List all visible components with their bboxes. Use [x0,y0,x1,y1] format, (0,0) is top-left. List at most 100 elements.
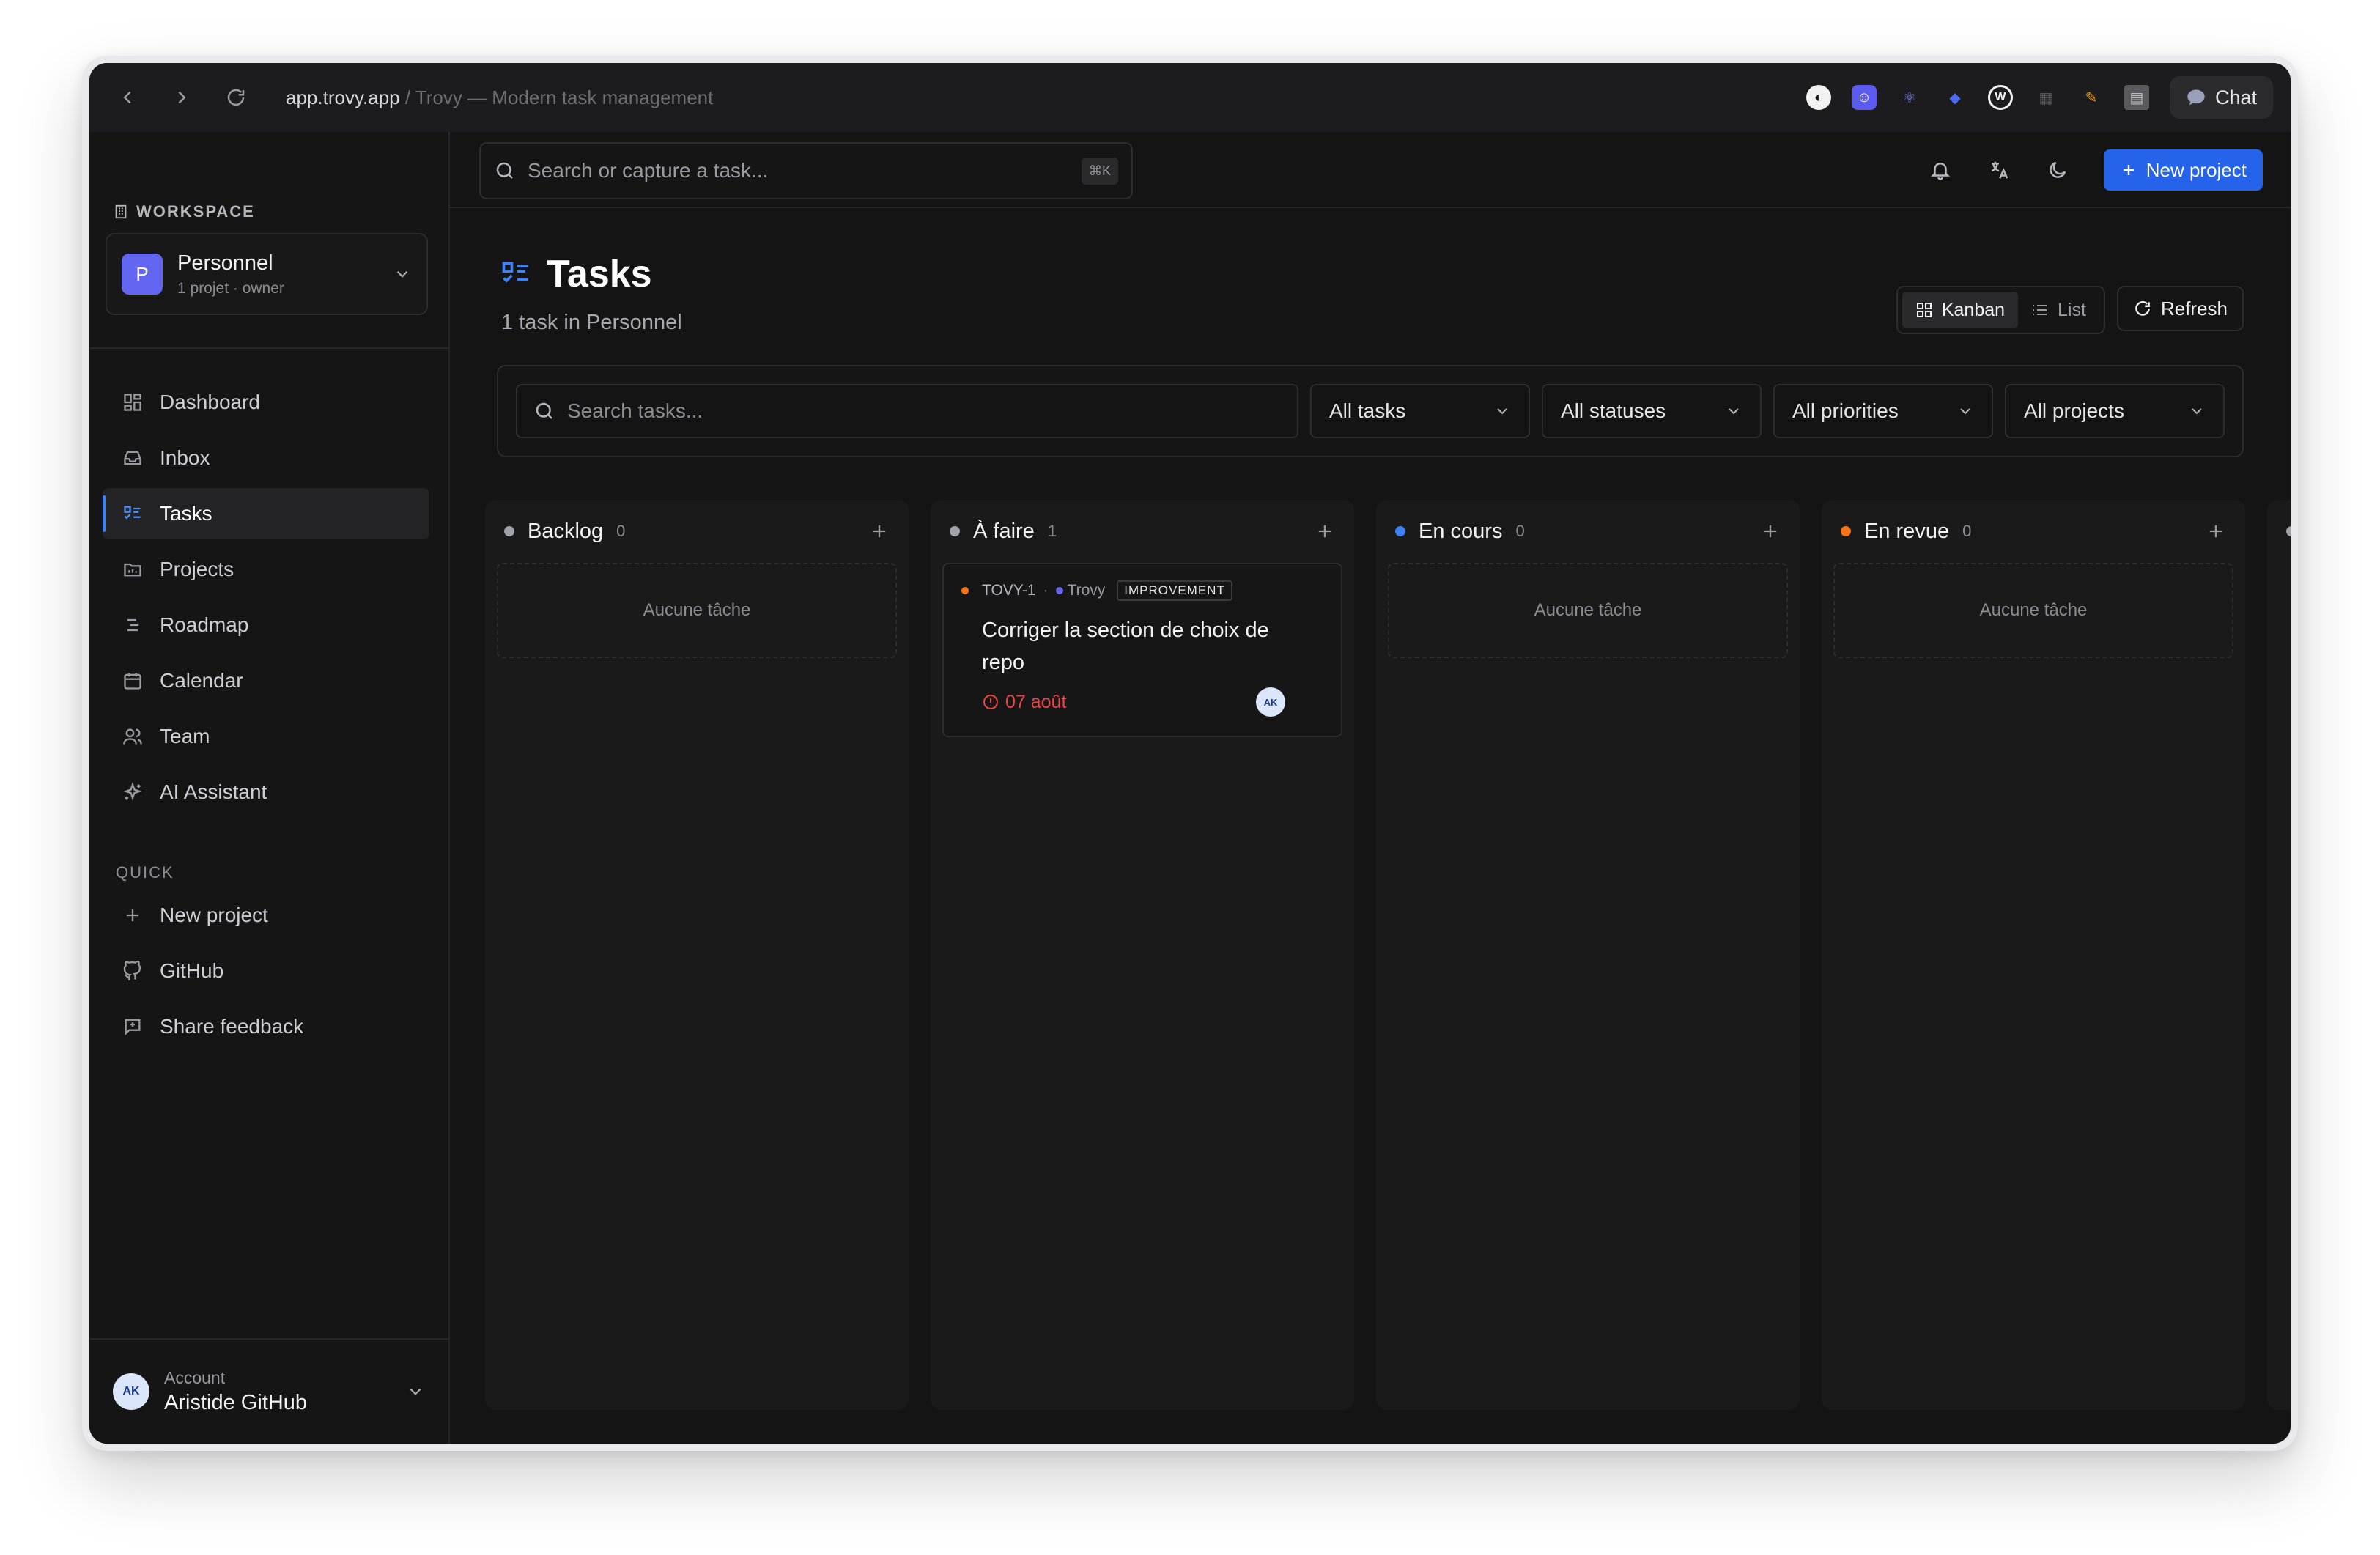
empty-column-placeholder: Aucune tâche [1388,563,1788,658]
pen-icon[interactable]: ✎ [2079,85,2104,110]
filter-status-select[interactable]: All statuses [1542,384,1762,438]
global-search[interactable]: ⌘K [479,142,1133,199]
column-title: À faire [973,519,1035,543]
new-project-button[interactable]: New project [2103,149,2263,191]
add-task-button[interactable] [1760,521,1781,542]
column-header: En revue 0 [1822,500,2245,563]
language-button[interactable] [1987,158,2011,182]
notifications-button[interactable] [1928,158,1953,182]
chat-label: Chat [2214,86,2257,108]
url-host: app.trovy.app [286,86,400,108]
status-dot [2286,526,2291,536]
task-type-badge: IMPROVEMENT [1117,580,1232,601]
sidebar-item-dashboard[interactable]: Dashboard [103,377,429,428]
filter-project-select[interactable]: All projects [2005,384,2225,438]
extension-icon[interactable]: ☺ [1851,85,1877,110]
back-button[interactable] [107,77,148,118]
github-icon [122,960,144,982]
chevron-down-icon [410,1388,421,1395]
extension-icon[interactable]: ▦ [2033,85,2058,110]
global-search-input[interactable] [528,159,1082,182]
column-in-progress: En cours 0 Aucune tâche [1376,500,1800,1410]
quick-share-feedback[interactable]: Share feedback [103,1001,429,1052]
shortcut-hint: ⌘K [1081,157,1118,185]
reload-button[interactable] [215,77,256,118]
task-search[interactable] [516,384,1298,438]
filter-bar: All tasks All statuses All priorities Al… [497,365,2244,457]
tasks-icon [502,262,528,283]
sidebar-item-tasks[interactable]: Tasks [103,488,429,539]
task-footer: 07 août AK [982,687,1285,717]
page-header: Tasks 1 task in Personnel [500,252,682,335]
column-title: En revue [1864,519,1950,543]
meta-separator: · [1043,582,1049,599]
task-card[interactable]: TOVY-1 · Trovy IMPROVEMENT Corriger la s… [942,563,1342,737]
add-task-button[interactable] [1315,521,1335,542]
react-icon[interactable]: ⚛ [1897,85,1922,110]
main-content: ⌘K New project [450,132,2291,1444]
workspace-switcher[interactable]: P Personnel 1 projet · owner [106,233,428,315]
task-id: TOVY-1 [982,582,1036,599]
chevron-right-icon [178,91,186,104]
filter-tasks-select[interactable]: All tasks [1310,384,1530,438]
list-icon [2033,305,2047,315]
sidebar-item-projects[interactable]: Projects [103,544,429,595]
add-task-button[interactable] [869,521,890,542]
sidebar-item-inbox[interactable]: Inbox [103,432,429,484]
workspace-avatar: P [122,254,163,295]
extension-icon[interactable]: ▤ [2124,85,2149,110]
chat-button[interactable]: Chat [2169,76,2273,119]
column-header: En cours 0 [1376,500,1800,563]
sidebar-item-team[interactable]: Team [103,711,429,762]
account-switcher[interactable]: AK Account Aristide GitHub [89,1338,448,1444]
task-title: Corriger la section de choix de repo [982,618,1269,674]
calendar-icon [122,670,144,692]
chevron-down-icon [1497,408,1507,415]
empty-column-placeholder: Aucune tâche [1833,563,2233,658]
column-count: 0 [1962,522,1972,540]
extension-icon[interactable]: W [1987,85,2013,110]
empty-column-placeholder: Aucune tâche [497,563,897,658]
sidebar: WORKSPACE P Personnel 1 projet · owner D… [89,132,450,1444]
task-search-input[interactable] [567,399,1281,423]
account-name: Aristide GitHub [164,1391,308,1414]
sidebar-item-roadmap[interactable]: Roadmap [103,599,429,651]
refresh-button[interactable]: Refresh [2116,286,2244,331]
sidebar-item-calendar[interactable]: Calendar [103,655,429,706]
extension-icon[interactable]: ◆ [1943,85,1967,110]
chevron-down-icon [1960,408,1970,415]
add-task-button[interactable] [2206,521,2226,542]
search-icon [496,162,513,179]
view-list-button[interactable]: List [2018,292,2099,328]
quick-new-project[interactable]: New project [103,890,429,941]
assignee-avatar[interactable]: AK [1256,687,1285,717]
team-icon [122,725,144,747]
project-color-dot [1055,587,1063,594]
plus-icon [122,904,144,926]
top-bar: ⌘K New project [450,132,2291,208]
column-partial [2267,500,2291,1410]
account-info: Account Aristide GitHub [164,1368,307,1415]
chat-bubble-icon [2187,89,2205,106]
forward-button[interactable] [161,77,202,118]
chevron-down-icon [1729,408,1739,415]
building-icon [115,204,127,219]
extension-icon[interactable]: ◐ [1806,85,1831,110]
status-dot [504,526,514,536]
workspace-meta: 1 projet · owner [177,279,284,297]
translate-icon [1991,161,2008,179]
sidebar-divider [89,347,448,349]
column-backlog: Backlog 0 Aucune tâche [485,500,909,1410]
address-bar[interactable]: app.trovy.app / Trovy — Modern task mana… [286,86,713,109]
sidebar-item-ai-assistant[interactable]: AI Assistant [103,767,429,818]
workspace-info: Personnel 1 projet · owner [177,251,284,298]
quick-github[interactable]: GitHub [103,945,429,997]
reload-icon [227,89,245,106]
chevron-left-icon [123,91,131,104]
column-header: Backlog 0 [485,500,909,563]
filter-priority-select[interactable]: All priorities [1773,384,1993,438]
status-dot [1395,526,1405,536]
theme-toggle[interactable] [2045,158,2070,182]
alert-circle-icon [983,695,998,709]
view-kanban-button[interactable]: Kanban [1902,292,2019,328]
